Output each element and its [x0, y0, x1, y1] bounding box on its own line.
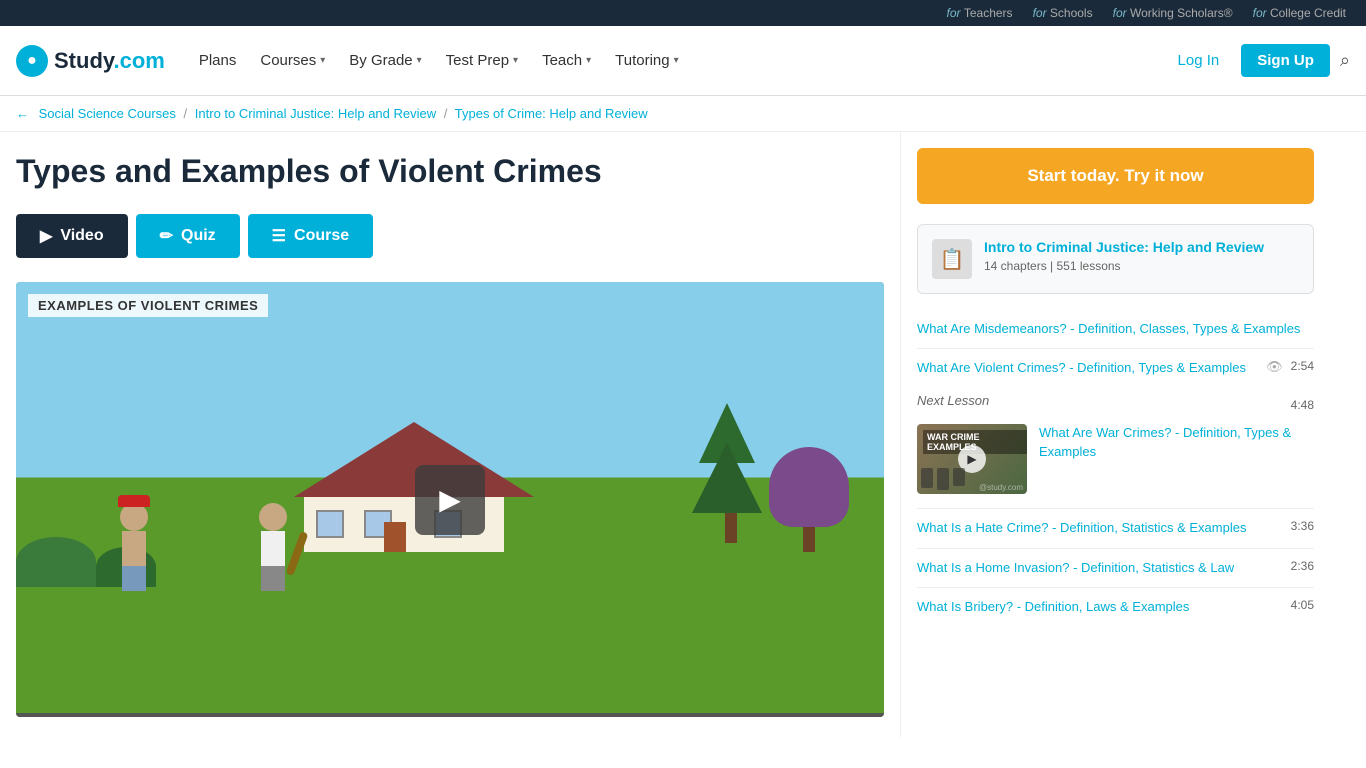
- course-card-icon: 📋: [932, 239, 972, 279]
- nav-tutoring[interactable]: Tutoring ▾: [605, 44, 689, 77]
- nav-actions: Log In Sign Up ⌕: [1166, 44, 1350, 77]
- sidebar: Start today. Try it now 📋 Intro to Crimi…: [900, 132, 1330, 737]
- logo[interactable]: ● Study.com: [16, 45, 165, 77]
- nav-plans[interactable]: Plans: [189, 44, 247, 77]
- lesson-link-misdemeanors[interactable]: What Are Misdemeanors? - Definition, Cla…: [917, 320, 1306, 338]
- tab-video[interactable]: ▶ Video: [16, 214, 128, 258]
- thumb-scene: [921, 468, 965, 490]
- lesson-link-violent-crimes[interactable]: What Are Violent Crimes? - Definition, T…: [917, 359, 1258, 377]
- content-wrapper: Types and Examples of Violent Crimes ▶ V…: [0, 132, 1366, 737]
- chevron-down-icon: ▾: [417, 55, 422, 66]
- video-icon: ▶: [40, 226, 52, 246]
- topbar-college-credit[interactable]: for College Credit: [1253, 6, 1346, 20]
- nav-courses[interactable]: Courses ▾: [250, 44, 335, 77]
- scene-tree: [699, 403, 762, 543]
- search-button[interactable]: ⌕: [1340, 50, 1350, 71]
- pencil-icon: ✏: [160, 226, 173, 246]
- tab-course[interactable]: ☰ Course: [248, 214, 373, 258]
- nav-teach[interactable]: Teach ▾: [532, 44, 601, 77]
- video-title-overlay: EXAMPLES OF VIOLENT CRIMES: [28, 294, 268, 317]
- next-lesson-label: Next Lesson: [917, 393, 989, 408]
- lesson-link-hate-crime[interactable]: What Is a Hate Crime? - Definition, Stat…: [917, 519, 1283, 537]
- next-lesson-link[interactable]: What Are War Crimes? - Definition, Types…: [1039, 425, 1291, 458]
- list-item: What Is a Home Invasion? - Definition, S…: [917, 549, 1314, 588]
- nav-by-grade[interactable]: By Grade ▾: [339, 44, 431, 77]
- page-title: Types and Examples of Violent Crimes: [16, 152, 884, 190]
- course-card: 📋 Intro to Criminal Justice: Help and Re…: [917, 224, 1314, 294]
- list-item: What Is Bribery? - Definition, Laws & Ex…: [917, 588, 1314, 626]
- nav-test-prep[interactable]: Test Prep ▾: [436, 44, 528, 77]
- play-button[interactable]: ▶: [415, 465, 485, 535]
- more-lesson-list: What Is a Hate Crime? - Definition, Stat…: [917, 509, 1314, 626]
- breadcrumb-social-science[interactable]: Social Science Courses: [39, 106, 176, 121]
- next-lesson-thumbnail[interactable]: WAR CRIME EXAMPLES ▶ @study.com: [917, 424, 1027, 494]
- topbar-schools[interactable]: for Schools: [1033, 6, 1093, 20]
- next-lesson-card: WAR CRIME EXAMPLES ▶ @study.com What Are…: [917, 424, 1314, 494]
- topbar-teachers[interactable]: for Teachers: [947, 6, 1013, 20]
- lesson-duration: 3:36: [1291, 519, 1314, 533]
- main-content: Types and Examples of Violent Crimes ▶ V…: [0, 132, 900, 737]
- course-card-title[interactable]: Intro to Criminal Justice: Help and Revi…: [984, 239, 1264, 255]
- course-card-info: Intro to Criminal Justice: Help and Revi…: [984, 239, 1264, 273]
- video-frame: EXAMPLES OF VIOLENT CRIMES: [16, 282, 884, 717]
- video-player[interactable]: EXAMPLES OF VIOLENT CRIMES: [16, 282, 884, 717]
- course-card-meta: 14 chapters | 551 lessons: [984, 259, 1264, 273]
- chevron-down-icon: ▾: [674, 55, 679, 66]
- tab-quiz[interactable]: ✏ Quiz: [136, 214, 240, 258]
- character-1: [120, 503, 148, 591]
- lesson-link-bribery[interactable]: What Is Bribery? - Definition, Laws & Ex…: [917, 598, 1283, 616]
- signup-button[interactable]: Sign Up: [1241, 44, 1330, 77]
- video-progress-bar[interactable]: [16, 713, 884, 717]
- list-item: What Is a Hate Crime? - Definition, Stat…: [917, 509, 1314, 548]
- list-item: What Are Misdemeanors? - Definition, Cla…: [917, 310, 1314, 349]
- breadcrumb: ← Social Science Courses / Intro to Crim…: [0, 96, 1366, 132]
- eye-icon: 👁: [1266, 359, 1283, 375]
- top-bar: for Teachers for Schools for Working Sch…: [0, 0, 1366, 26]
- login-button[interactable]: Log In: [1166, 46, 1232, 75]
- character-2: [259, 503, 287, 591]
- next-lesson-info: What Are War Crimes? - Definition, Types…: [1039, 424, 1314, 460]
- logo-text: Study.com: [54, 48, 165, 74]
- logo-icon: ●: [16, 45, 48, 77]
- chevron-down-icon: ▾: [586, 55, 591, 66]
- lesson-duration: 2:36: [1291, 559, 1314, 573]
- lesson-duration: 4:05: [1291, 598, 1314, 612]
- breadcrumb-intro-criminal[interactable]: Intro to Criminal Justice: Help and Revi…: [195, 106, 436, 121]
- chevron-down-icon: ▾: [513, 55, 518, 66]
- lesson-duration: 2:54: [1291, 359, 1314, 373]
- tab-course-label: Course: [294, 227, 349, 245]
- main-nav: ● Study.com Plans Courses ▾ By Grade ▾ T…: [0, 26, 1366, 96]
- tab-video-label: Video: [60, 227, 103, 245]
- nav-links: Plans Courses ▾ By Grade ▾ Test Prep ▾ T…: [189, 44, 1166, 77]
- tab-buttons: ▶ Video ✏ Quiz ☰ Course: [16, 214, 884, 258]
- lesson-link-home-invasion[interactable]: What Is a Home Invasion? - Definition, S…: [917, 559, 1283, 577]
- cta-button[interactable]: Start today. Try it now: [917, 148, 1314, 204]
- list-icon: ☰: [272, 226, 286, 246]
- lesson-list: What Are Misdemeanors? - Definition, Cla…: [917, 310, 1314, 387]
- breadcrumb-types-crime[interactable]: Types of Crime: Help and Review: [455, 106, 648, 121]
- chevron-down-icon: ▾: [320, 55, 325, 66]
- thumb-watermark: @study.com: [979, 483, 1023, 492]
- topbar-working-scholars[interactable]: for Working Scholars®: [1113, 6, 1233, 20]
- list-item: What Are Violent Crimes? - Definition, T…: [917, 349, 1314, 387]
- next-lesson-duration: 4:48: [1291, 398, 1314, 412]
- tab-quiz-label: Quiz: [181, 227, 216, 245]
- scene-ground: [16, 587, 884, 718]
- back-arrow-icon: ←: [16, 106, 29, 121]
- next-lesson-section: Next Lesson 4:48 WAR CRIME EXAMPLES ▶ @s…: [917, 387, 1314, 509]
